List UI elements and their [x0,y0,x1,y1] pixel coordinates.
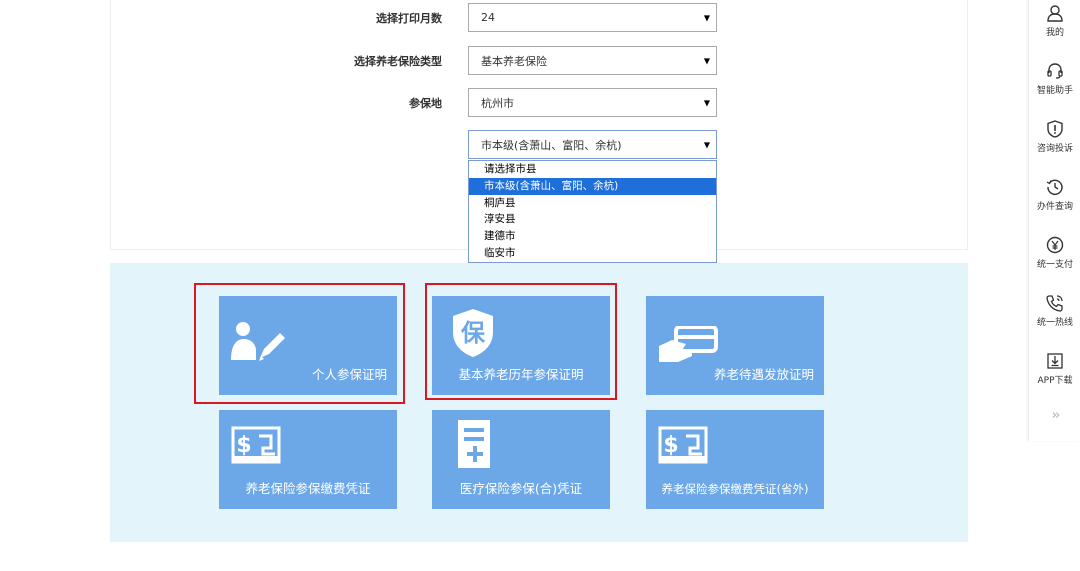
district-option[interactable]: 桐庐县 [469,195,716,212]
district-select[interactable]: 市本级(含萧山、富阳、余杭) ▼ [468,130,717,159]
sidebar-item-hotline[interactable]: 统一热线 [1029,294,1080,328]
sidebar-item-assistant[interactable]: 智能助手 [1029,62,1080,96]
tile-pension-payment-voucher[interactable]: $ 养老保险参保缴费凭证 [219,410,397,509]
print-months-label: 选择打印月数 [376,12,442,25]
sidebar-item-label: 统一热线 [1036,318,1073,328]
alert-shield-icon [1047,120,1063,138]
insured-city-label: 参保地 [409,97,442,110]
chevron-down-icon: ▼ [703,98,710,107]
right-sidebar: 我的 智能助手 咨询投诉 办件查询 统一支付 统一热线 APP下载 ›› [1028,0,1080,441]
sidebar-item-label: 办件查询 [1036,202,1073,212]
tile-pension-payout-certificate[interactable]: 养老待遇发放证明 [646,296,824,395]
yen-icon [1046,236,1064,254]
chevron-down-icon: ▼ [703,13,710,22]
district-option-selected[interactable]: 市本级(含萧山、富阳、余杭) [469,177,716,195]
print-months-select[interactable]: 24 ▼ [468,3,717,32]
district-option[interactable]: 建德市 [469,228,716,245]
sidebar-item-label: 智能助手 [1036,86,1073,96]
pension-type-value: 基本养老保险 [481,54,547,68]
pension-type-select[interactable]: 基本养老保险 ▼ [468,46,717,75]
sidebar-item-payment[interactable]: 统一支付 [1029,236,1080,270]
sidebar-item-mine[interactable]: 我的 [1029,4,1080,38]
district-option[interactable]: 临安市 [469,245,716,262]
insured-city-value: 杭州市 [481,96,514,110]
district-value: 市本级(含萧山、富阳、余杭) [481,138,622,152]
district-dropdown-list: 请选择市县 市本级(含萧山、富阳、余杭) 桐庐县 淳安县 建德市 临安市 [468,160,717,263]
hand-card-icon [659,326,718,362]
page: 选择打印月数 24 ▼ 选择养老保险类型 基本养老保险 ▼ 参保地 杭州市 ▼ … [0,0,1080,571]
tile-medical-insurance-voucher[interactable]: 医疗保险参保(合)凭证 [432,410,610,509]
print-months-value: 24 [481,11,495,24]
chevron-down-icon: ▼ [703,56,710,65]
tile-pension-payment-voucher-out-province[interactable]: $ 养老保险参保缴费凭证(省外) [646,410,824,509]
money-bill-icon: $ [658,426,708,464]
sidebar-item-label: 咨询投诉 [1036,144,1073,154]
sidebar-expand-button[interactable]: ›› [1029,408,1080,423]
money-bill-icon: $ [231,426,281,464]
tile-label: 养老保险参保缴费凭证(省外) [661,482,809,496]
highlight-frame [425,283,617,400]
svg-text:$: $ [236,433,251,458]
svg-text:$: $ [663,433,678,458]
sidebar-item-label: APP下载 [1037,376,1073,386]
headset-icon [1047,63,1063,79]
sidebar-item-case-query[interactable]: 办件查询 [1029,178,1080,212]
document-plus-icon [458,420,490,468]
user-icon [1047,5,1063,22]
phone-icon [1046,295,1063,312]
district-option[interactable]: 请选择市县 [469,161,716,178]
district-option[interactable]: 淳安县 [469,211,716,228]
tile-label: 医疗保险参保(合)凭证 [459,481,583,496]
sidebar-item-label: 我的 [1045,28,1064,38]
chevron-down-icon: ▼ [703,140,710,149]
sidebar-item-complaint[interactable]: 咨询投诉 [1029,120,1080,154]
download-icon [1047,353,1063,369]
pension-type-label: 选择养老保险类型 [354,55,442,68]
history-icon [1046,179,1063,196]
sidebar-item-label: 统一支付 [1036,260,1073,270]
sidebar-item-app-download[interactable]: APP下载 [1029,352,1080,386]
insured-city-select[interactable]: 杭州市 ▼ [468,88,717,117]
highlight-frame [194,283,405,404]
tile-label: 养老保险参保缴费凭证 [245,481,371,496]
tile-label: 养老待遇发放证明 [713,367,814,382]
